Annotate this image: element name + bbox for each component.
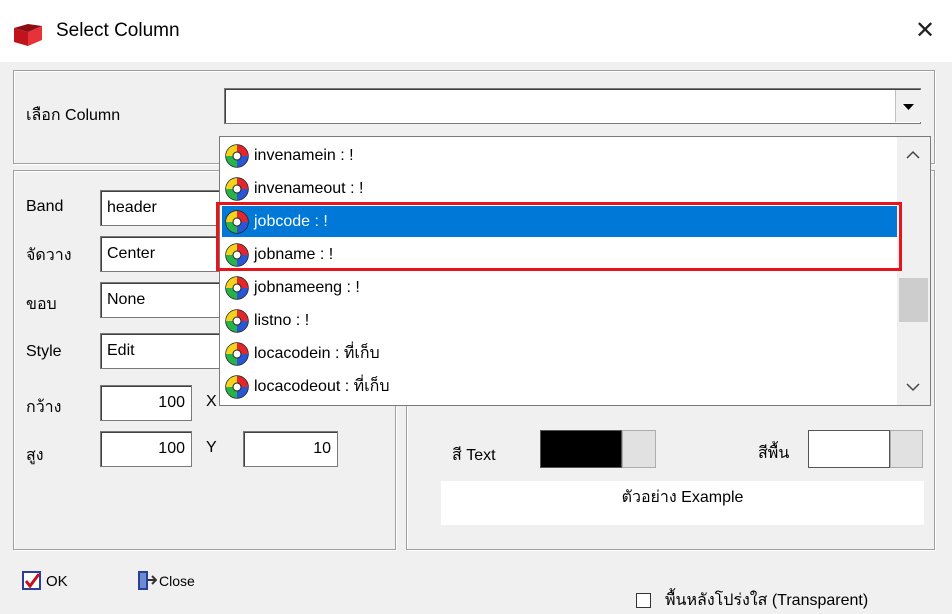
dropdown-item[interactable]: listno : ! <box>222 305 898 336</box>
dropdown-item[interactable]: locacodeout : ที่เก็บ <box>222 371 898 402</box>
y-label: Y <box>206 439 217 456</box>
checkbox-box[interactable] <box>636 593 651 608</box>
background-color-button[interactable] <box>890 430 923 468</box>
column-combobox[interactable] <box>224 88 921 124</box>
dropdown-scrollbar[interactable] <box>897 137 930 405</box>
scroll-thumb[interactable] <box>899 278 928 322</box>
chevron-down-icon <box>903 104 914 110</box>
title-bar: Select Column ✕ <box>0 0 952 62</box>
transparent-checkbox[interactable]: พื้นหลังโปร่งใส (Transparent) <box>636 588 868 613</box>
highlight-box <box>216 202 902 271</box>
ok-button[interactable]: OK <box>22 571 68 591</box>
close-icon[interactable]: ✕ <box>915 16 935 44</box>
checkmark-icon <box>22 571 41 590</box>
dropdown-item[interactable]: locacodein : ที่เก็บ <box>222 338 898 369</box>
column-field-icon <box>225 143 249 168</box>
y-field[interactable]: 10 <box>243 431 338 467</box>
dropdown-item-label: listno : ! <box>254 311 310 329</box>
column-dropdown-list[interactable]: invenamein : ! invenameout : ! jobcode :… <box>219 136 931 406</box>
column-field-icon <box>225 374 249 399</box>
dropdown-item-label: locacodeout : ที่เก็บ <box>254 378 390 395</box>
combobox-dropdown-button[interactable] <box>895 90 921 122</box>
scroll-up-icon[interactable] <box>905 149 921 161</box>
column-field-icon <box>225 341 249 366</box>
height-field[interactable]: 100 <box>100 431 192 467</box>
preview-text: ตัวอย่าง Example <box>621 489 744 506</box>
align-label: จัดวาง <box>26 247 72 264</box>
dropdown-item[interactable]: invenamein : ! <box>222 140 898 171</box>
dropdown-item-label: invenamein : ! <box>254 146 354 164</box>
height-label: สูง <box>26 447 44 464</box>
dropdown-item-label: invenameout : ! <box>254 179 364 197</box>
background-color-swatch[interactable] <box>808 430 890 468</box>
column-field-icon <box>225 176 249 201</box>
preview-box: ตัวอย่าง Example <box>441 481 924 525</box>
ok-label: OK <box>46 572 68 590</box>
text-color-button[interactable] <box>622 430 656 468</box>
border-label: ขอบ <box>26 296 57 313</box>
dropdown-item-label: locacodein : ที่เก็บ <box>254 345 380 362</box>
close-label: Close <box>159 573 195 589</box>
column-select-label: เลือก Column <box>26 107 121 124</box>
close-button[interactable]: Close <box>135 570 195 592</box>
width-label: กว้าง <box>26 399 62 416</box>
dropdown-item-label: jobnameeng : ! <box>254 278 360 296</box>
dropdown-item[interactable]: jobnameeng : ! <box>222 272 898 303</box>
x-label: X <box>206 393 217 410</box>
style-label: Style <box>26 343 62 360</box>
column-field-icon <box>225 308 249 333</box>
text-color-swatch[interactable] <box>540 430 622 468</box>
width-field[interactable]: 100 <box>100 385 192 421</box>
column-field-icon <box>225 275 249 300</box>
band-label: Band <box>26 198 64 215</box>
dropdown-item[interactable]: invenameout : ! <box>222 173 898 204</box>
background-color-label: สีพื้น <box>758 445 790 462</box>
transparent-label: พื้นหลังโปร่งใส (Transparent) <box>665 592 869 609</box>
exit-door-icon <box>138 571 157 590</box>
text-color-label: สี Text <box>452 447 496 464</box>
scroll-down-icon[interactable] <box>905 381 921 393</box>
app-book-icon <box>14 24 42 46</box>
window-title: Select Column <box>56 20 180 41</box>
